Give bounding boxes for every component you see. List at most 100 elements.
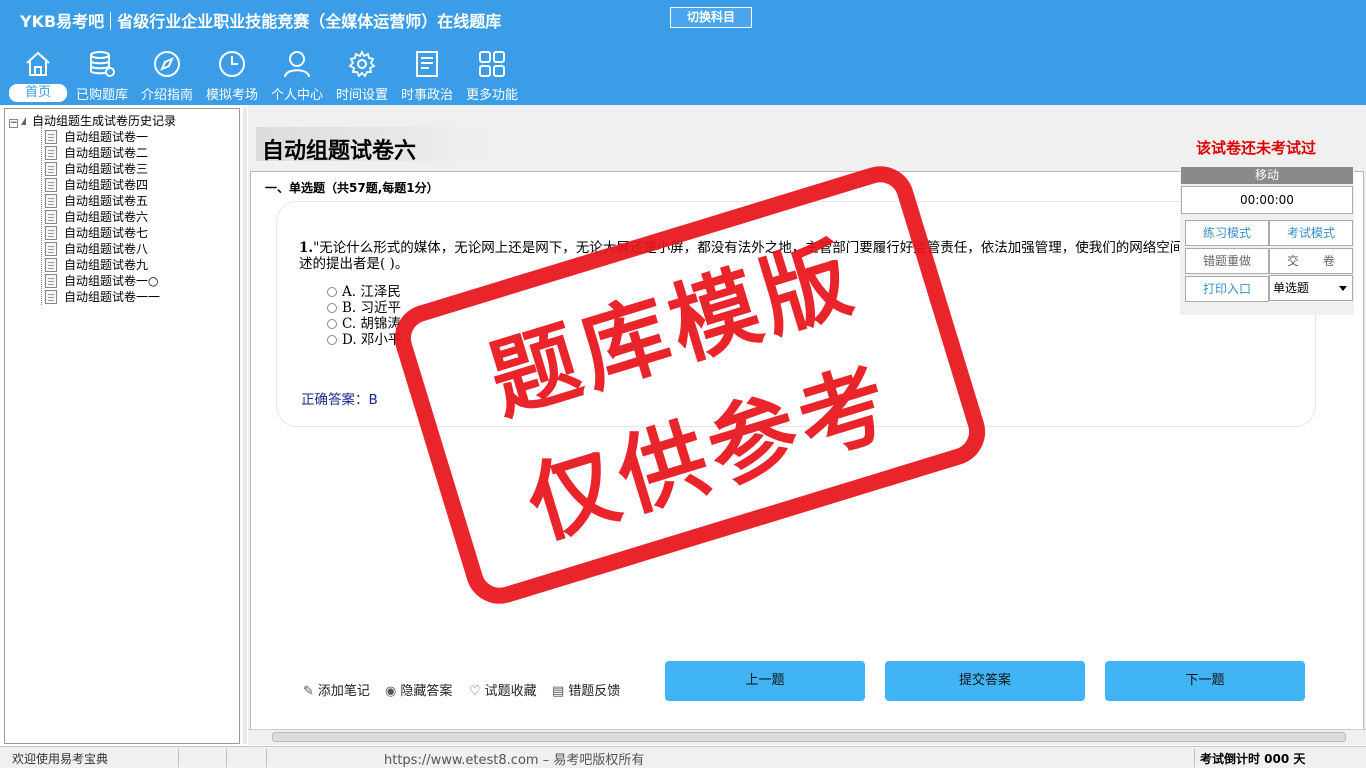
move-handle[interactable]: 移动 [1181,167,1353,184]
compass-icon [154,51,180,77]
add-note-button[interactable]: ✎ 添加笔记 [303,680,370,699]
hand-in-button[interactable]: 交 卷 [1269,248,1353,274]
nav-current-affairs-label: 时事政治 [400,88,453,103]
document-icon [45,146,57,160]
brand-logo: YKB易考吧 [20,12,105,31]
tree-item-label: 自动组题试卷三 [64,162,149,176]
nav-home-label: 首页 [9,84,67,102]
feedback-icon: ▤ [552,684,565,699]
scrollbar-thumb[interactable] [272,732,1346,742]
tree-item-label: 自动组题试卷一一 [64,290,161,304]
tree-item[interactable]: 自动组题试卷八 [45,240,148,257]
nav-personal-label: 个人中心 [270,88,323,103]
gear-icon [348,49,376,78]
next-question-button[interactable]: 下一题 [1105,661,1305,701]
nav-time-settings[interactable]: 时间设置 [330,47,394,103]
tree-item-label: 自动组题试卷四 [64,178,149,192]
tree-item[interactable]: 自动组题试卷五 [45,192,148,209]
option-d[interactable]: D. 邓小平 [327,328,401,348]
practice-mode-button[interactable]: 练习模式 [1185,220,1269,246]
exam-countdown: 考试倒计时 000 天 [1200,752,1306,766]
print-button[interactable]: 打印入口 [1185,276,1269,302]
submit-answer-button[interactable]: 提交答案 [885,661,1085,701]
switch-subject-button[interactable]: 切换科目 [670,7,752,28]
nav-time-settings-label: 时间设置 [335,88,388,103]
exam-mode-button[interactable]: 考试模式 [1269,220,1353,246]
pencil-icon: ✎ [303,684,314,699]
nav-mock-exam[interactable]: 模拟考场 [200,47,264,103]
tree-item[interactable]: 自动组题试卷一 [45,128,148,145]
nav-more[interactable]: 更多功能 [460,47,524,103]
tool-label: 错题反馈 [568,684,621,699]
tree-item[interactable]: 自动组题试卷九 [45,256,148,273]
grid-icon [479,51,505,77]
tool-label: 试题收藏 [484,684,537,699]
prev-question-button[interactable]: 上一题 [665,661,865,701]
nav-home[interactable]: 首页 [6,47,70,103]
tree-item[interactable]: 自动组题试卷一一 [45,288,160,305]
tree-item-label: 自动组题试卷七 [64,226,149,240]
exam-timer: 00:00:00 [1181,186,1353,214]
collapse-icon[interactable]: − [9,119,18,128]
hide-answer-button[interactable]: ◉ 隐藏答案 [385,680,452,699]
app-title: 省级行业企业职业技能竞赛（全媒体运营师）在线题库 [117,12,502,31]
correct-answer: 正确答案：B [301,392,378,408]
tree-item[interactable]: 自动组题试卷七 [45,224,148,241]
tree-item[interactable]: 自动组题试卷四 [45,176,148,193]
heart-icon: ♡ [469,684,481,699]
tree-item-label: 自动组题试卷二 [64,146,149,160]
tool-label: 隐藏答案 [400,684,453,699]
option-label: D. 邓小平 [342,332,402,348]
tree-item[interactable]: 自动组题试卷二 [45,144,148,161]
document-icon [45,258,57,272]
nav-current-affairs[interactable]: 时事政治 [395,47,459,103]
question-type-select[interactable]: 单选题 [1269,275,1353,301]
tree-item-selected[interactable]: 自动组题试卷六 [45,208,148,225]
clock-icon [219,51,245,77]
document-icon [45,162,57,176]
paper-title: 自动组题试卷六 [262,139,417,164]
radio-icon[interactable] [327,335,337,345]
tree-item-label: 自动组题试卷五 [64,194,149,208]
error-feedback-button[interactable]: ▤ 错题反馈 [552,680,620,699]
document-icon [45,274,57,288]
tree-item[interactable]: 自动组题试卷一○ [45,272,158,289]
nav-mock-exam-label: 模拟考场 [205,88,258,103]
favorite-button[interactable]: ♡ 试题收藏 [469,680,537,699]
document-icon [45,290,57,304]
document-icon [45,178,57,192]
document-icon [45,226,57,240]
nav-guide[interactable]: 介绍指南 [135,47,199,103]
document-icon [45,242,57,256]
nav-guide-label: 介绍指南 [140,88,193,103]
copyright-url: https://www.etest8.com – 易考吧版权所有 [384,753,645,768]
status-bar: 欢迎使用易考宝典 https://www.etest8.com – 易考吧版权所… [0,746,1366,768]
eye-icon: ◉ [385,684,397,699]
home-icon [26,51,50,76]
nav-more-label: 更多功能 [465,88,518,103]
nav-purchased[interactable]: 已购题库 [70,47,134,103]
document-icon [45,130,57,144]
paper-history-tree: − 自动组题生成试卷历史记录 自动组题试卷一 自动组题试卷二 自动组题试卷三 自动… [4,108,240,744]
tree-item-label: 自动组题试卷六 [64,210,149,224]
welcome-text: 欢迎使用易考宝典 [12,752,109,766]
pane-splitter[interactable] [243,108,247,744]
news-icon [416,51,438,77]
section-heading: 一、单选题（共57题,每题1分） [265,181,439,195]
tool-label: 添加笔记 [317,684,370,699]
redo-wrong-button[interactable]: 错题重做 [1185,248,1269,274]
question-number: 1. [299,240,314,256]
folder-icon [21,117,26,125]
chevron-down-icon [1339,286,1347,291]
question-type-value: 单选题 [1273,281,1310,295]
tree-item-label: 自动组题试卷一 [64,130,149,144]
document-icon [45,194,57,208]
tree-item-label: 自动组题试卷八 [64,242,149,256]
tree-item-label: 自动组题试卷九 [64,258,149,272]
tree-root[interactable]: − 自动组题生成试卷历史记录 [9,112,176,129]
tree-item[interactable]: 自动组题试卷三 [45,160,148,177]
nav-personal[interactable]: 个人中心 [265,47,329,103]
tree-item-label: 自动组题试卷一○ [64,274,159,288]
tree-root-label: 自动组题生成试卷历史记录 [32,114,177,128]
database-icon [90,51,115,77]
